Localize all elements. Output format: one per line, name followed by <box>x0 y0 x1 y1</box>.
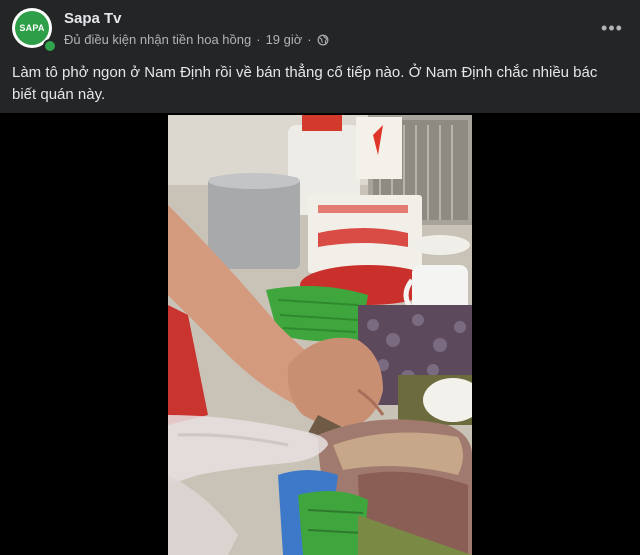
facebook-post: SAPA Sapa Tv Đủ điều kiện nhận tiền hoa … <box>0 0 640 555</box>
timestamp[interactable]: 19 giờ <box>266 32 303 47</box>
video-still-image <box>168 115 472 555</box>
post-header: SAPA Sapa Tv Đủ điều kiện nhận tiền hoa … <box>0 0 640 56</box>
eligibility-text: Đủ điều kiện nhận tiền hoa hồng <box>64 32 252 47</box>
online-status-dot <box>43 39 57 53</box>
post-meta: Đủ điều kiện nhận tiền hoa hồng · 19 giờ… <box>64 32 329 47</box>
meta-separator: · <box>256 32 261 47</box>
more-options-icon: ••• <box>601 17 623 38</box>
globe-icon[interactable] <box>317 34 329 46</box>
sapa-logo: SAPA <box>15 11 49 45</box>
meta-separator: · <box>307 32 312 47</box>
post-caption: Làm tô phở ngon ở Nam Định rồi về bán th… <box>12 64 598 103</box>
video-frame[interactable] <box>168 115 472 555</box>
more-options-button[interactable]: ••• <box>596 12 628 44</box>
author-name[interactable]: Sapa Tv <box>64 10 122 27</box>
video-player[interactable] <box>0 113 640 555</box>
avatar-logo-text: SAPA <box>19 23 45 33</box>
